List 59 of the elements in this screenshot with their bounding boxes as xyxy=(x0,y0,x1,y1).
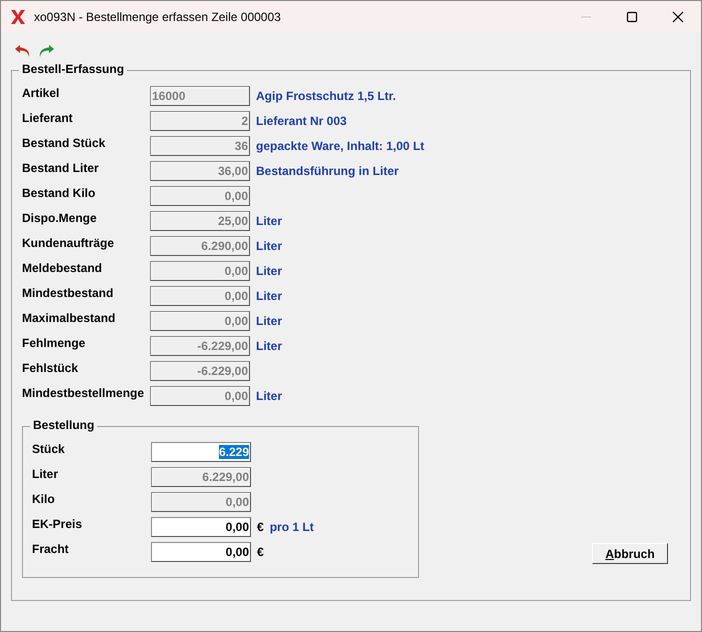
field-label: Fehlmenge xyxy=(22,336,86,350)
currency-text: € xyxy=(257,520,264,534)
field-label: Bestand Stück xyxy=(22,136,106,150)
field-label: Meldebestand xyxy=(22,261,104,275)
readonly-field: 25,00 xyxy=(150,211,250,231)
info-text: Liter xyxy=(256,289,282,303)
info-text: Liter xyxy=(256,389,282,403)
x-logo-icon xyxy=(10,8,26,24)
currency-text: € xyxy=(257,545,264,559)
field-label: Liter xyxy=(32,467,60,481)
field-label: Kilo xyxy=(32,492,56,506)
info-text: Liter xyxy=(256,264,282,278)
field-label: Mindestbestellmenge xyxy=(22,386,146,400)
field-label: Maximalbestand xyxy=(22,311,116,325)
field-label: Fehlstück xyxy=(22,361,80,375)
cancel-button[interactable]: Abbruch xyxy=(592,543,668,564)
info-text: Liter xyxy=(256,314,282,328)
readonly-field: -6.229,00 xyxy=(150,336,250,356)
group-title: Bestell-Erfassung xyxy=(19,62,128,76)
field-label: Kundenaufträge xyxy=(22,236,116,250)
readonly-field: 0,00 xyxy=(150,261,250,281)
info-text: Liter xyxy=(256,214,282,228)
redo-icon[interactable] xyxy=(37,44,55,58)
readonly-field: 0,00 xyxy=(150,286,250,306)
field-label: Lieferant xyxy=(22,111,74,125)
field-label: Bestand Kilo xyxy=(22,186,96,200)
input-field[interactable]: 0,00 xyxy=(151,517,251,537)
readonly-field: 0,00 xyxy=(150,386,250,406)
readonly-field: -6.229,00 xyxy=(150,361,250,381)
input-field[interactable]: 6.229 xyxy=(151,442,251,462)
close-icon[interactable] xyxy=(672,10,684,22)
readonly-field: 2 xyxy=(150,111,250,131)
field-label: Dispo.Menge xyxy=(22,211,98,225)
readonly-field: 0,00 xyxy=(151,492,251,512)
readonly-field: 0,00 xyxy=(150,311,250,331)
readonly-field: 36 xyxy=(150,136,250,156)
info-text: gepackte Ware, Inhalt: 1,00 Lt xyxy=(256,139,424,153)
field-label: Fracht xyxy=(32,542,70,556)
field-label: Mindestbestand xyxy=(22,286,114,300)
field-label: EK-Preis xyxy=(32,517,84,531)
undo-icon[interactable] xyxy=(14,44,32,58)
input-field[interactable]: 0,00 xyxy=(151,542,251,562)
info-text: Agip Frostschutz 1,5 Ltr. xyxy=(256,89,396,103)
info-text: Lieferant Nr 003 xyxy=(256,114,347,128)
field-label: Stück xyxy=(32,442,66,456)
window-title: xo093N - Bestellmenge erfassen Zeile 000003 xyxy=(34,10,282,24)
field-label: Bestand Liter xyxy=(22,161,100,175)
readonly-field: 36,00 xyxy=(150,161,250,181)
readonly-field: 16000 xyxy=(150,86,250,106)
readonly-field: 6.229,00 xyxy=(151,467,251,487)
readonly-field: 6.290,00 xyxy=(150,236,250,256)
readonly-field: 0,00 xyxy=(150,186,250,206)
info-text: Liter xyxy=(256,239,282,253)
info-text: Liter xyxy=(256,339,282,353)
maximize-icon[interactable] xyxy=(626,10,638,22)
group-title: Bestellung xyxy=(30,418,98,432)
info-text: Bestandsführung in Liter xyxy=(256,164,399,178)
field-label: Artikel xyxy=(22,86,60,100)
info-text: pro 1 Lt xyxy=(270,520,314,534)
